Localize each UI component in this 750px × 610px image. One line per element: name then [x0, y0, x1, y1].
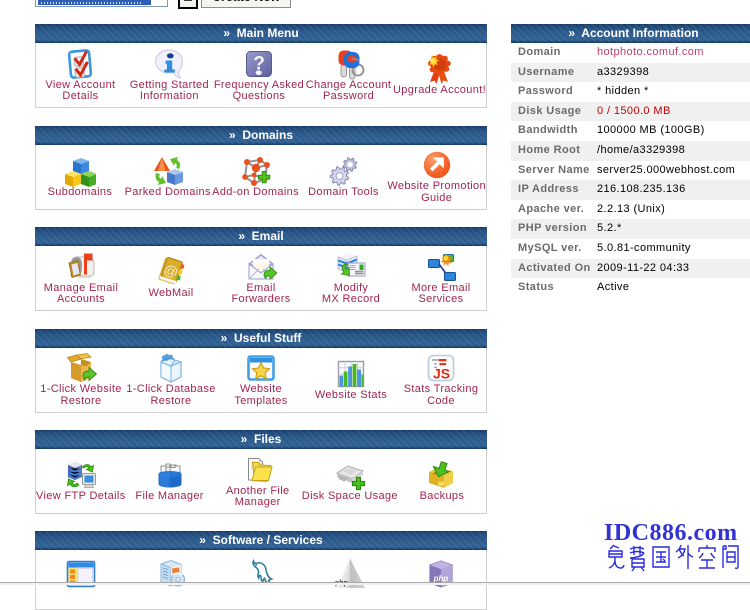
svg-text:JS: JS: [433, 366, 450, 382]
